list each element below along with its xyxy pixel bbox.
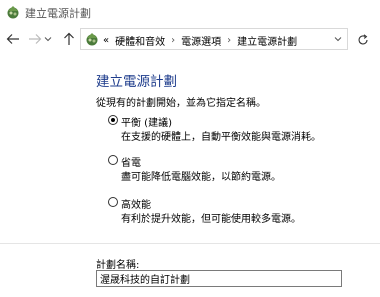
plan-name-label: 計劃名稱: — [96, 260, 140, 271]
option-description: 盡可能降低電腦效能，以節約電源。 — [121, 172, 281, 183]
option-description: 在支援的硬體上，自動平衡效能與電源消耗。 — [121, 132, 321, 143]
navigation-bar: « 硬體和音效 › 電源選項 › 建立電源計劃 — [0, 24, 380, 54]
arrow-left-icon — [6, 34, 19, 44]
radio-high-performance[interactable] — [108, 197, 118, 207]
back-button[interactable] — [4, 30, 22, 48]
breadcrumb-hardware-sound[interactable]: 硬體和音效 — [115, 33, 165, 48]
control-panel-icon — [7, 6, 19, 19]
option-label[interactable]: 省電 — [121, 154, 141, 169]
chevron-down-icon — [44, 37, 52, 42]
refresh-icon — [358, 34, 368, 45]
divider — [0, 243, 380, 244]
refresh-button[interactable] — [352, 30, 374, 50]
plan-name-input[interactable] — [96, 270, 342, 287]
breadcrumb-separator-icon[interactable]: › — [227, 35, 231, 46]
option-label[interactable]: 平衡 (建議) — [121, 114, 172, 129]
breadcrumb: « 硬體和音效 › 電源選項 › 建立電源計劃 — [103, 33, 297, 48]
title-bar: 建立電源計劃 — [0, 0, 380, 24]
breadcrumb-power-options[interactable]: 電源選項 — [181, 33, 221, 48]
intro-text: 從現有的計劃開始，並為它指定名稱。 — [96, 98, 266, 109]
radio-power-saver[interactable] — [108, 155, 118, 165]
main-content: 建立電源計劃 從現有的計劃開始，並為它指定名稱。 平衡 (建議) 在支援的硬體上… — [0, 54, 380, 297]
option-label[interactable]: 高效能 — [121, 196, 151, 211]
control-panel-icon — [86, 33, 98, 46]
breadcrumb-separator-icon[interactable]: › — [171, 35, 175, 46]
up-button[interactable] — [60, 30, 78, 48]
arrow-up-icon — [64, 32, 74, 45]
recent-locations-button[interactable] — [42, 30, 54, 48]
arrow-right-icon — [29, 34, 42, 44]
window-title: 建立電源計劃 — [25, 7, 91, 20]
option-description: 有利於提升效能，但可能使用較多電源。 — [121, 214, 301, 225]
radio-balanced[interactable] — [108, 115, 118, 125]
address-bar[interactable]: « 硬體和音效 › 電源選項 › 建立電源計劃 — [80, 28, 348, 50]
breadcrumb-create-plan[interactable]: 建立電源計劃 — [237, 33, 297, 48]
breadcrumb-overflow[interactable]: « — [103, 35, 109, 46]
page-title: 建立電源計劃 — [96, 74, 177, 90]
chevron-down-icon[interactable] — [334, 36, 342, 42]
